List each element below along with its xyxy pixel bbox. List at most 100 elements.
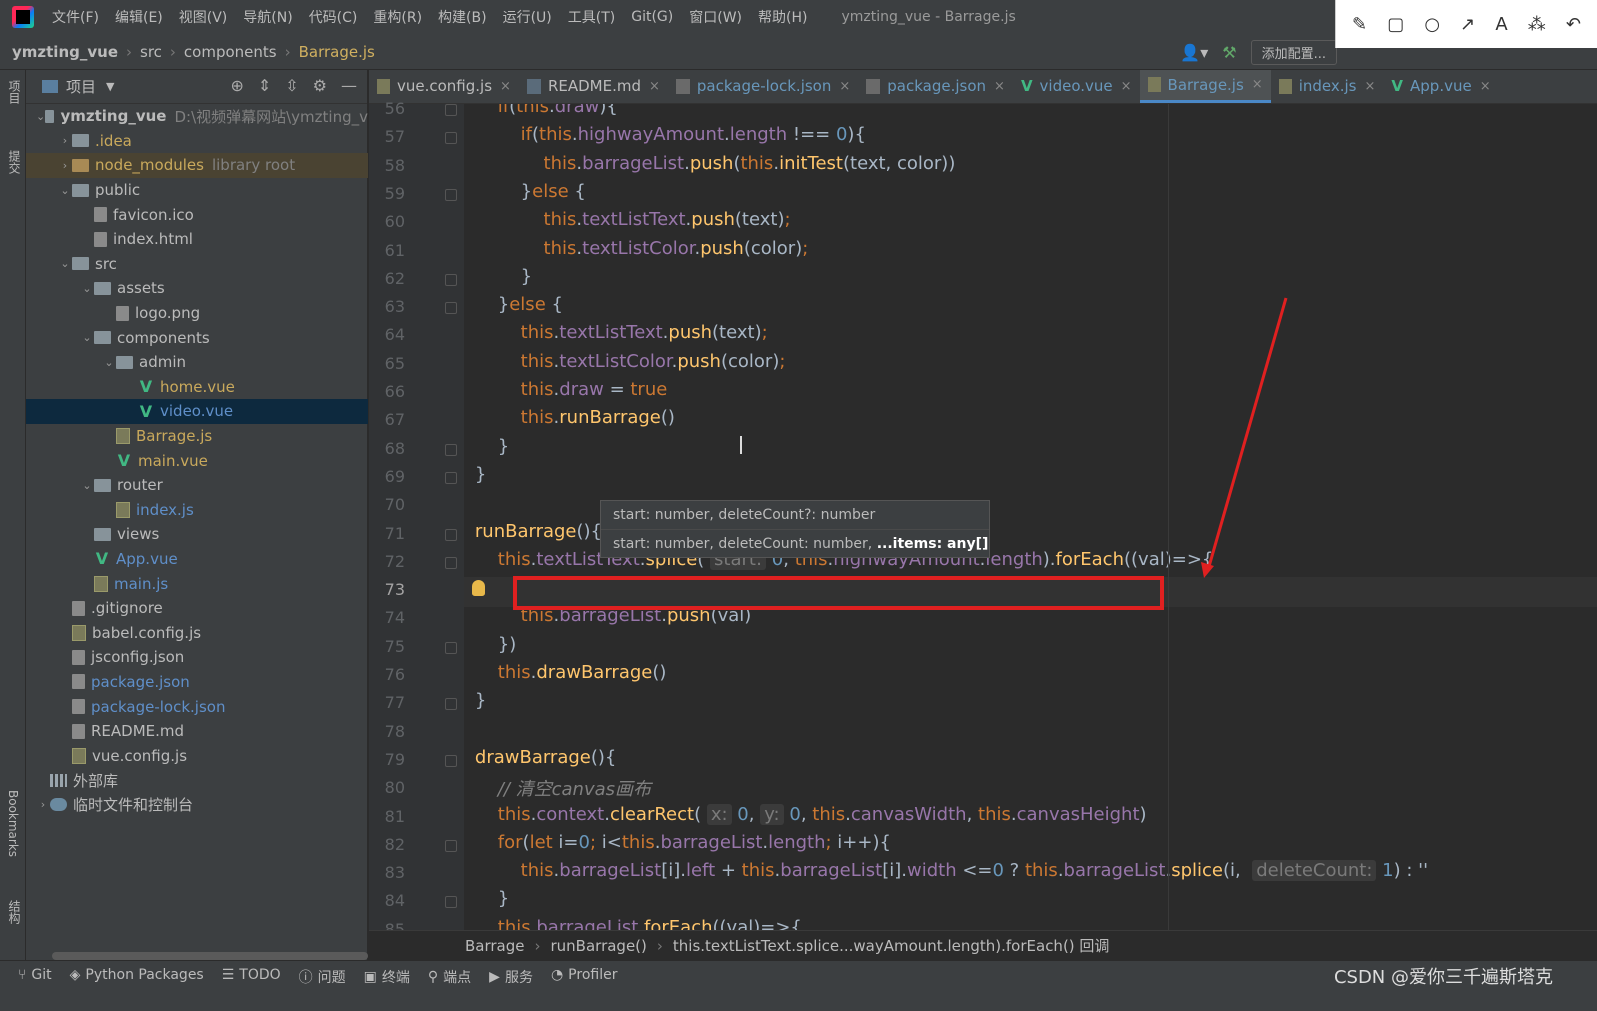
tree-item[interactable]: Vhome.vue — [26, 375, 368, 400]
close-icon[interactable]: × — [500, 79, 511, 94]
locate-icon[interactable]: ⊕ — [230, 76, 243, 95]
tree-item[interactable]: views — [26, 522, 368, 547]
fold-marker-icon[interactable] — [445, 896, 457, 909]
breadcrumb-method[interactable]: runBarrage() — [551, 937, 647, 955]
project-tool-tab[interactable]: 项目 — [6, 80, 23, 104]
menu-tools[interactable]: 工具(T) — [560, 7, 623, 27]
tree-item[interactable]: ⌄ admin — [26, 350, 368, 375]
intention-bulb-icon[interactable] — [472, 580, 485, 596]
code-line[interactable]: // 清空canvas画布 — [464, 775, 651, 801]
bookmarks-tool-tab[interactable]: Bookmarks — [6, 790, 20, 857]
fold-marker-icon[interactable] — [445, 471, 457, 484]
settings-gear-icon[interactable]: ⚙ — [313, 76, 327, 95]
code-line[interactable]: drawBarrage(){ — [464, 747, 616, 768]
menu-navigate[interactable]: 导航(N) — [235, 7, 300, 27]
add-configuration-button[interactable]: 添加配置... — [1250, 40, 1337, 65]
tree-item[interactable]: ⌄ router — [26, 473, 368, 498]
tree-item[interactable]: V App.vue — [26, 547, 368, 572]
expand-all-icon[interactable]: ⇕ — [258, 76, 271, 95]
code-line[interactable]: this.barrageList.forEach((val)=>{ — [464, 917, 802, 930]
pencil-icon[interactable]: ✎ — [1352, 14, 1367, 35]
rectangle-icon[interactable]: ▢ — [1387, 14, 1404, 35]
breadcrumb-callback[interactable]: this.textListText.splice...wayAmount.len… — [673, 935, 1110, 956]
close-icon[interactable]: × — [839, 79, 850, 94]
chevron-down-icon[interactable]: ⌄ — [102, 356, 116, 369]
fold-marker-icon[interactable] — [445, 302, 457, 315]
code-line[interactable]: }else { — [464, 294, 563, 315]
endpoints-button[interactable]: ⚲ 端点 — [428, 967, 471, 987]
code-line[interactable]: } — [464, 888, 509, 909]
code-line[interactable]: runBarrage(){ — [464, 521, 602, 542]
chevron-down-icon[interactable]: ⌄ — [58, 257, 72, 270]
python-packages-button[interactable]: ◈ Python Packages — [70, 967, 204, 983]
terminal-button[interactable]: ▣ 终端 — [364, 967, 410, 987]
chevron-right-icon[interactable]: › — [58, 159, 72, 172]
tree-item[interactable]: main.js — [26, 571, 368, 596]
tree-item[interactable]: 外部库 — [26, 768, 368, 793]
close-icon[interactable]: × — [994, 79, 1005, 94]
code-line[interactable]: this.textListColor.push(color); — [464, 351, 786, 372]
tree-item[interactable]: vue.config.js — [26, 743, 368, 768]
close-icon[interactable]: × — [1121, 79, 1132, 94]
code-line[interactable]: } — [464, 464, 486, 485]
tree-item[interactable]: favicon.ico — [26, 202, 368, 227]
fold-marker-icon[interactable] — [445, 754, 457, 767]
tree-item[interactable]: package-lock.json — [26, 694, 368, 719]
tree-item[interactable]: Vvideo.vue — [26, 399, 368, 424]
services-button[interactable]: ▶ 服务 — [489, 967, 533, 987]
close-icon[interactable]: × — [1252, 77, 1263, 92]
menu-build[interactable]: 构建(B) — [430, 7, 495, 27]
code-line[interactable]: this.textListText.push(text); — [464, 209, 791, 230]
tree-item[interactable]: › 临时文件和控制台 — [26, 793, 368, 818]
git-tool-button[interactable]: ⑂ Git — [18, 967, 52, 983]
editor-tab[interactable]: Vvideo.vue × — [1013, 70, 1140, 103]
build-hammer-icon[interactable]: ⚒ — [1222, 43, 1236, 62]
tree-item[interactable]: ⌄ ymzting_vue D:\视频弹幕网站\ymzting_v — [26, 104, 368, 129]
code-line[interactable]: this.runBarrage() — [464, 407, 675, 428]
code-line[interactable]: }else { — [464, 181, 586, 202]
minimize-icon[interactable]: — — [341, 76, 357, 95]
fold-marker-icon[interactable] — [445, 641, 457, 654]
todo-button[interactable]: ☰ TODO — [222, 967, 281, 983]
user-icon[interactable]: 👤▾ — [1180, 43, 1208, 62]
editor-tab[interactable]: index.js × — [1271, 70, 1384, 103]
tree-item[interactable]: README.md — [26, 719, 368, 744]
fold-marker-icon[interactable] — [445, 188, 457, 201]
chevron-down-icon[interactable]: ⌄ — [80, 479, 94, 492]
breadcrumb-file[interactable]: Barrage.js — [295, 43, 379, 61]
menu-help[interactable]: 帮助(H) — [750, 7, 815, 27]
editor-tab[interactable]: V App.vue × — [1383, 70, 1498, 103]
horizontal-scrollbar[interactable] — [52, 952, 368, 960]
code-line[interactable]: } — [464, 266, 532, 287]
menu-edit[interactable]: 编辑(E) — [107, 7, 171, 27]
code-line[interactable]: if(this.highwayAmount.length !== 0){ — [464, 124, 866, 145]
tree-item[interactable]: › .idea — [26, 129, 368, 154]
chevron-down-icon[interactable]: ⌄ — [58, 184, 72, 197]
editor-tab[interactable]: package-lock.json × — [668, 70, 858, 103]
code-line[interactable]: this.barrageList.push(this.initTest(text… — [464, 153, 956, 174]
fold-marker-icon[interactable] — [445, 273, 457, 286]
structure-tool-tab[interactable]: 结构 — [6, 900, 23, 924]
fold-marker-icon[interactable] — [445, 443, 457, 456]
chevron-down-icon[interactable]: ⌄ — [80, 282, 94, 295]
code-line[interactable]: this.draw = true — [464, 379, 668, 400]
fold-marker-icon[interactable] — [445, 698, 457, 711]
arrow-icon[interactable]: ↗ — [1460, 14, 1475, 35]
fold-marker-icon[interactable] — [445, 132, 457, 145]
code-line[interactable]: this.context.clearRect( x: 0, y: 0, this… — [464, 803, 1147, 825]
fold-marker-icon[interactable] — [445, 839, 457, 852]
chevron-down-icon[interactable]: ⌄ — [36, 110, 45, 123]
menu-file[interactable]: 文件(F) — [44, 7, 107, 27]
tree-item[interactable]: ⌄ components — [26, 325, 368, 350]
tree-item[interactable]: Vmain.vue — [26, 448, 368, 473]
breadcrumb-src[interactable]: src — [136, 43, 166, 61]
fold-marker-icon[interactable] — [445, 528, 457, 541]
code-line[interactable]: }) — [464, 634, 516, 655]
breadcrumb-project[interactable]: ymzting_vue — [0, 43, 122, 61]
close-icon[interactable]: × — [1365, 79, 1376, 94]
breadcrumb-class[interactable]: Barrage — [465, 937, 525, 955]
profiler-button[interactable]: ◔ Profiler — [551, 967, 618, 983]
menu-run[interactable]: 运行(U) — [495, 7, 560, 27]
problems-button[interactable]: ⓘ 问题 — [299, 967, 346, 987]
code-line[interactable]: this.barrageList[i].left + this.barrageL… — [464, 860, 1428, 882]
